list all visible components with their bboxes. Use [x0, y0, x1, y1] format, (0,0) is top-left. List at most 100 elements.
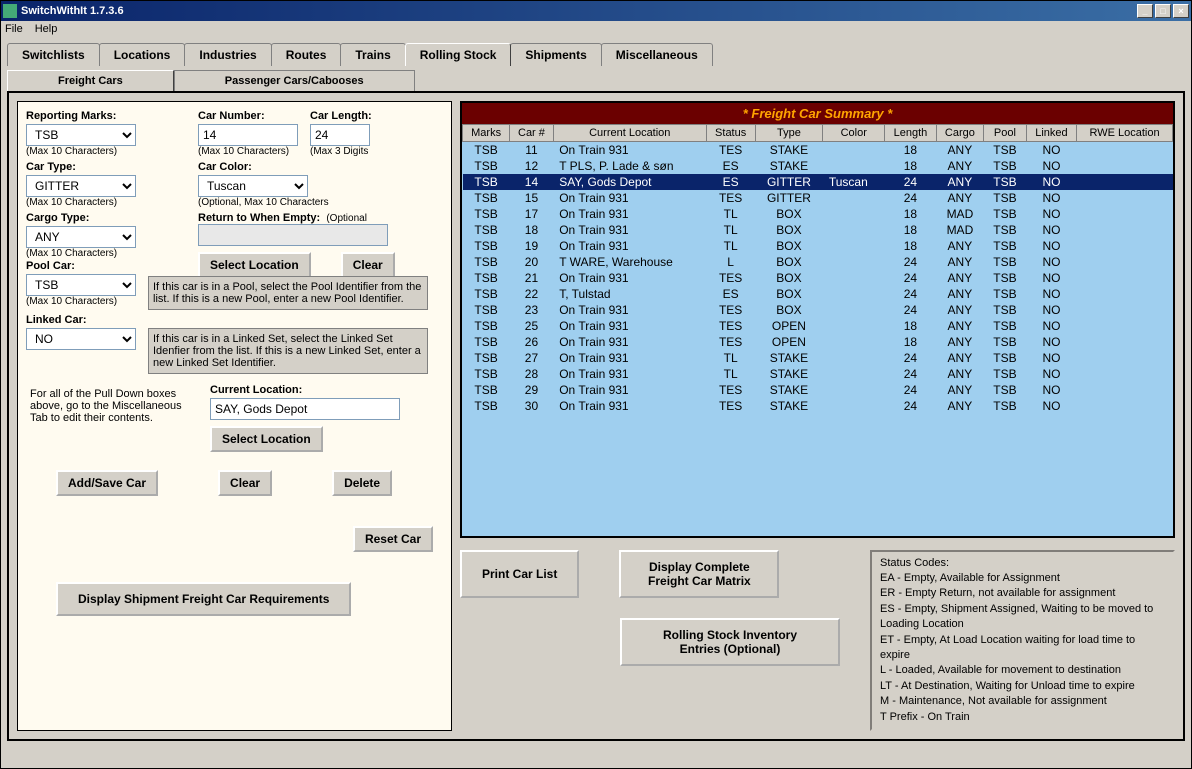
table-cell [1077, 222, 1173, 238]
table-cell: TL [706, 238, 755, 254]
print-car-list-button[interactable]: Print Car List [460, 550, 579, 598]
table-cell: 17 [510, 206, 554, 222]
tab-switchlists[interactable]: Switchlists [7, 43, 100, 66]
table-cell: NO [1026, 222, 1076, 238]
table-cell: ANY [936, 382, 983, 398]
car-number-input[interactable] [198, 124, 298, 146]
table-cell: STAKE [755, 382, 823, 398]
current-location-label: Current Location: [210, 384, 400, 396]
table-cell: NO [1026, 302, 1076, 318]
titlebar: SwitchWithIt 1.7.3.6 _ □ × [1, 1, 1191, 21]
table-row[interactable]: TSB27On Train 931TLSTAKE24ANYTSBNO [463, 350, 1173, 366]
tab-miscellaneous[interactable]: Miscellaneous [601, 43, 713, 66]
column-header[interactable]: Length [885, 125, 937, 142]
table-cell [823, 222, 885, 238]
table-row[interactable]: TSB23On Train 931TESBOX24ANYTSBNO [463, 302, 1173, 318]
select-location-button-2[interactable]: Select Location [210, 426, 323, 452]
table-row[interactable]: TSB14SAY, Gods DepotESGITTERTuscan24ANYT… [463, 174, 1173, 190]
table-cell [823, 398, 885, 414]
table-row[interactable]: TSB19On Train 931TLBOX18ANYTSBNO [463, 238, 1173, 254]
car-length-hint: (Max 3 Digits [310, 146, 372, 157]
clear-form-button[interactable]: Clear [218, 470, 272, 496]
tab-rolling-stock[interactable]: Rolling Stock [405, 43, 512, 66]
add-save-car-button[interactable]: Add/Save Car [56, 470, 158, 496]
tab-routes[interactable]: Routes [271, 43, 342, 66]
table-cell: SAY, Gods Depot [553, 174, 706, 190]
table-cell: TSB [463, 270, 510, 286]
table-row[interactable]: TSB26On Train 931TESOPEN18ANYTSBNO [463, 334, 1173, 350]
reporting-marks-combo[interactable]: TSB [26, 124, 136, 146]
table-row[interactable]: TSB28On Train 931TLSTAKE24ANYTSBNO [463, 366, 1173, 382]
close-button[interactable]: × [1173, 4, 1189, 18]
table-cell: T PLS, P. Lade & søn [553, 158, 706, 174]
column-header[interactable]: Type [755, 125, 823, 142]
table-cell [823, 366, 885, 382]
maximize-button[interactable]: □ [1155, 4, 1171, 18]
linked-car-combo[interactable]: NO [26, 328, 136, 350]
table-cell: TSB [984, 318, 1027, 334]
column-header[interactable]: Color [823, 125, 885, 142]
table-cell: TSB [984, 190, 1027, 206]
car-color-combo[interactable]: Tuscan [198, 175, 308, 197]
table-cell: ES [706, 174, 755, 190]
current-location-input[interactable] [210, 398, 400, 420]
column-header[interactable]: RWE Location [1077, 125, 1173, 142]
table-cell: ANY [936, 398, 983, 414]
table-cell: 24 [885, 366, 937, 382]
tab-locations[interactable]: Locations [99, 43, 186, 66]
column-header[interactable]: Status [706, 125, 755, 142]
reporting-marks-label: Reporting Marks: [26, 110, 136, 122]
table-row[interactable]: TSB21On Train 931TESBOX24ANYTSBNO [463, 270, 1173, 286]
table-cell: 27 [510, 350, 554, 366]
tab-shipments[interactable]: Shipments [510, 43, 601, 66]
table-cell: TSB [463, 366, 510, 382]
table-cell: On Train 931 [553, 350, 706, 366]
linked-car-label: Linked Car: [26, 314, 136, 326]
table-cell: STAKE [755, 366, 823, 382]
clear-return-button[interactable]: Clear [341, 252, 395, 278]
column-header[interactable]: Marks [463, 125, 510, 142]
subtab-freight-cars[interactable]: Freight Cars [7, 70, 174, 91]
display-shipment-req-button[interactable]: Display Shipment Freight Car Requirement… [56, 582, 351, 616]
table-cell: TSB [984, 334, 1027, 350]
table-cell: OPEN [755, 318, 823, 334]
return-empty-input[interactable] [198, 224, 388, 246]
car-type-combo[interactable]: GITTER [26, 175, 136, 197]
table-cell: NO [1026, 206, 1076, 222]
column-header[interactable]: Cargo [936, 125, 983, 142]
display-matrix-button[interactable]: Display Complete Freight Car Matrix [619, 550, 779, 598]
table-row[interactable]: TSB22T, TulstadESBOX24ANYTSBNO [463, 286, 1173, 302]
table-cell: TSB [463, 206, 510, 222]
table-row[interactable]: TSB12T PLS, P. Lade & sønESSTAKE18ANYTSB… [463, 158, 1173, 174]
reset-car-button[interactable]: Reset Car [353, 526, 433, 552]
table-cell: TSB [984, 222, 1027, 238]
table-cell: STAKE [755, 398, 823, 414]
table-cell: On Train 931 [553, 238, 706, 254]
tab-industries[interactable]: Industries [184, 43, 271, 66]
rolling-stock-inv-button[interactable]: Rolling Stock Inventory Entries (Optiona… [620, 618, 840, 666]
table-row[interactable]: TSB30On Train 931TESSTAKE24ANYTSBNO [463, 398, 1173, 414]
cargo-type-combo[interactable]: ANY [26, 226, 136, 248]
table-cell: 28 [510, 366, 554, 382]
car-length-input[interactable] [310, 124, 370, 146]
menu-file[interactable]: File [5, 23, 23, 35]
column-header[interactable]: Car # [510, 125, 554, 142]
tab-trains[interactable]: Trains [340, 43, 405, 66]
table-row[interactable]: TSB25On Train 931TESOPEN18ANYTSBNO [463, 318, 1173, 334]
table-row[interactable]: TSB11On Train 931TESSTAKE18ANYTSBNO [463, 142, 1173, 159]
table-row[interactable]: TSB17On Train 931TLBOX18MADTSBNO [463, 206, 1173, 222]
select-location-button-1[interactable]: Select Location [198, 252, 311, 278]
table-row[interactable]: TSB29On Train 931TESSTAKE24ANYTSBNO [463, 382, 1173, 398]
table-row[interactable]: TSB18On Train 931TLBOX18MADTSBNO [463, 222, 1173, 238]
column-header[interactable]: Linked [1026, 125, 1076, 142]
column-header[interactable]: Current Location [553, 125, 706, 142]
return-empty-label: Return to When Empty: [198, 212, 320, 224]
subtab-passenger-cars[interactable]: Passenger Cars/Cabooses [174, 70, 415, 91]
column-header[interactable]: Pool [984, 125, 1027, 142]
table-row[interactable]: TSB15On Train 931TESGITTER24ANYTSBNO [463, 190, 1173, 206]
delete-car-button[interactable]: Delete [332, 470, 392, 496]
table-row[interactable]: TSB20T WARE, WarehouseLBOX24ANYTSBNO [463, 254, 1173, 270]
minimize-button[interactable]: _ [1137, 4, 1153, 18]
pool-car-combo[interactable]: TSB [26, 274, 136, 296]
menu-help[interactable]: Help [35, 23, 58, 35]
